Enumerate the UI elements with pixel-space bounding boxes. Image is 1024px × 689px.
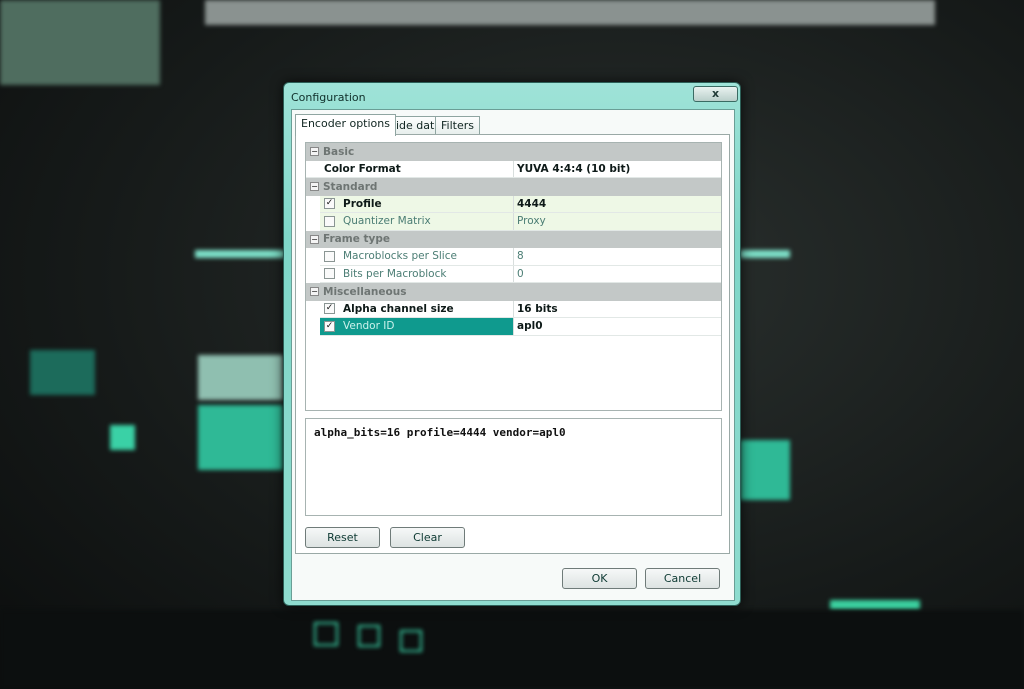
checkbox-profile[interactable]: ✓ bbox=[324, 198, 335, 210]
category-label: Miscellaneous bbox=[323, 285, 407, 298]
property-name: Quantizer Matrix bbox=[343, 215, 431, 228]
background-monitor bbox=[205, 0, 935, 25]
checkbox-vendor-id[interactable]: ✓ bbox=[324, 320, 335, 332]
background-panel bbox=[30, 350, 95, 395]
checkbox-bits-per-macroblock[interactable] bbox=[324, 268, 335, 280]
category-basic[interactable]: − Basic bbox=[306, 143, 721, 161]
background-panel bbox=[110, 425, 135, 450]
property-quantizer-matrix[interactable]: Quantizer Matrix Proxy bbox=[320, 213, 721, 231]
category-standard[interactable]: − Standard bbox=[306, 178, 721, 196]
property-profile[interactable]: ✓ Profile 4444 bbox=[320, 195, 721, 213]
clear-button[interactable]: Clear bbox=[390, 527, 465, 548]
property-name: Profile bbox=[343, 197, 382, 210]
cancel-button[interactable]: Cancel bbox=[645, 568, 720, 589]
property-name: Bits per Macroblock bbox=[343, 267, 447, 280]
collapse-icon[interactable]: − bbox=[310, 147, 319, 156]
background-thumbnail bbox=[0, 0, 160, 85]
collapse-icon[interactable]: − bbox=[310, 234, 319, 244]
property-value[interactable]: 8 bbox=[514, 248, 721, 265]
property-vendor-id[interactable]: ✓ Vendor ID apl0 bbox=[320, 318, 721, 336]
checkbox-macroblocks[interactable] bbox=[324, 250, 335, 262]
checkbox-alpha-channel[interactable]: ✓ bbox=[324, 303, 335, 315]
close-button[interactable]: x bbox=[693, 86, 738, 102]
collapse-icon[interactable]: − bbox=[310, 287, 319, 296]
property-value[interactable]: 16 bits bbox=[514, 301, 721, 318]
property-name: Vendor ID bbox=[343, 320, 395, 333]
category-label: Frame type bbox=[323, 233, 390, 246]
property-value[interactable]: 4444 bbox=[514, 196, 721, 213]
property-value[interactable]: Proxy bbox=[514, 213, 721, 230]
dialog-title: Configuration bbox=[291, 91, 366, 104]
options-output-textarea[interactable]: alpha_bits=16 profile=4444 vendor=apl0 bbox=[305, 418, 722, 516]
category-label: Standard bbox=[323, 180, 378, 193]
reset-button[interactable]: Reset bbox=[305, 527, 380, 548]
property-macroblocks[interactable]: Macroblocks per Slice 8 bbox=[320, 248, 721, 266]
property-name: Alpha channel size bbox=[343, 302, 454, 315]
property-value[interactable]: YUVA 4:4:4 (10 bit) bbox=[514, 161, 721, 178]
collapse-icon[interactable]: − bbox=[310, 182, 319, 191]
property-value[interactable]: apl0 bbox=[514, 318, 721, 335]
background-bar bbox=[830, 600, 920, 610]
property-grid: − Basic Color Format YUVA 4:4:4 (10 bit) −… bbox=[305, 142, 722, 411]
tab-encoder-options[interactable]: Encoder options bbox=[295, 114, 396, 136]
property-name: Macroblocks per Slice bbox=[343, 250, 457, 263]
background-taskbar bbox=[0, 610, 1024, 689]
photoshop-icon bbox=[358, 625, 380, 647]
premiere-icon bbox=[314, 622, 338, 646]
dialog-body: Encoder options Side data Filters − Basic… bbox=[291, 109, 735, 601]
property-value[interactable]: 0 bbox=[514, 266, 721, 283]
background-timeline bbox=[740, 250, 790, 258]
tab-panel: − Basic Color Format YUVA 4:4:4 (10 bit) −… bbox=[295, 134, 730, 554]
category-label: Basic bbox=[323, 145, 355, 158]
background-timeline bbox=[195, 250, 285, 258]
property-name: Color Format bbox=[320, 160, 514, 177]
background-clip bbox=[198, 355, 283, 400]
category-miscellaneous[interactable]: − Miscellaneous bbox=[306, 283, 721, 301]
property-color-format[interactable]: Color Format YUVA 4:4:4 (10 bit) bbox=[306, 160, 721, 178]
background-clip bbox=[198, 405, 283, 470]
background-clip bbox=[740, 440, 790, 500]
ok-button[interactable]: OK bbox=[562, 568, 637, 589]
category-frame-type[interactable]: − Frame type bbox=[306, 230, 721, 248]
property-alpha-channel-size[interactable]: ✓ Alpha channel size 16 bits bbox=[320, 300, 721, 318]
property-bits-per-macroblock[interactable]: Bits per Macroblock 0 bbox=[320, 265, 721, 283]
tab-filters[interactable]: Filters bbox=[435, 116, 480, 135]
configuration-dialog: Configuration x Encoder options Side dat… bbox=[283, 82, 741, 606]
lightroom-icon bbox=[400, 630, 422, 652]
checkbox-quantizer-matrix[interactable] bbox=[324, 215, 335, 227]
